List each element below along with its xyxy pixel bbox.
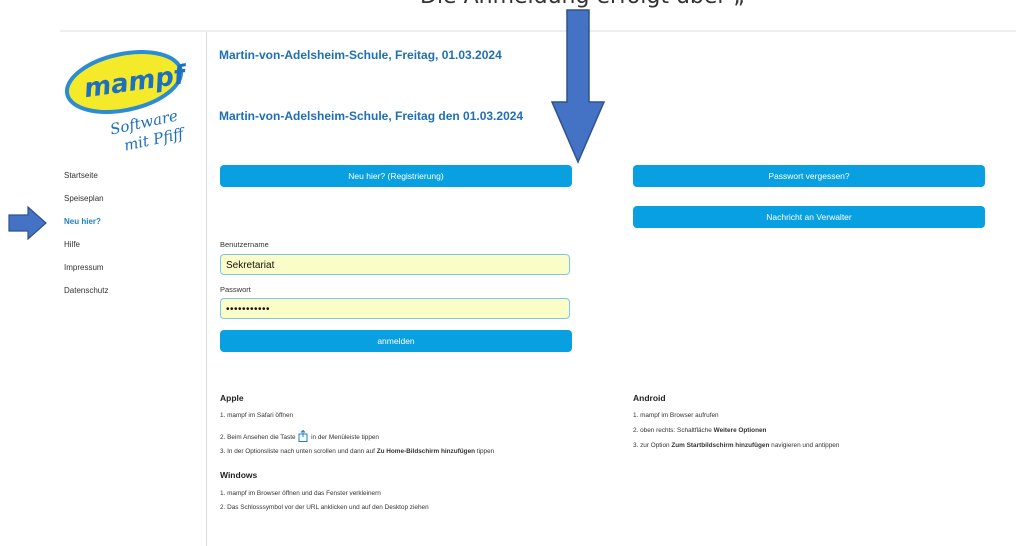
sidebar-item-hilfe[interactable]: Hilfe [64,239,108,262]
android-step-2-bold: Weitere Optionen [713,427,767,434]
windows-step-1: 1. mampf im Browser öffnen und das Fenst… [220,490,381,497]
apple-step-3: 3. In der Optionsliste nach unten scroll… [220,448,494,455]
apple-step-2: 2. Beim Ansehen die Taste in der Menülei… [220,430,379,442]
password-label: Passwort [220,285,251,294]
android-step-2: 2. oben rechts: Schaltfläche Weitere Opt… [633,427,766,434]
sidebar-item-speiseplan[interactable]: Speiseplan [64,193,108,216]
windows-step-2: 2. Das Schlosssymbol vor der URL anklick… [220,504,429,511]
username-field[interactable]: Sekretariat [220,254,570,275]
cropped-instruction-text: Die Anmeldung erfolgt über „ [420,0,1016,14]
login-button[interactable]: anmelden [220,330,572,352]
apple-step-2-post: in der Menüleiste tippen [311,434,379,441]
sidebar-item-impressum[interactable]: Impressum [64,262,108,285]
forgot-password-button[interactable]: Passwort vergessen? [633,165,985,187]
sidebar-item-datenschutz[interactable]: Datenschutz [64,285,108,308]
android-step-1: 1. mampf im Browser aufrufen [633,412,719,419]
android-step-3-bold: Zum Startbildschirm hinzufügen [671,442,770,449]
apple-step-1: 1. mampf im Safari öffnen [220,412,294,419]
apple-heading: Apple [220,393,244,403]
right-arrow-icon [8,206,47,240]
android-step-3: 3. zur Option Zum Startbildschirm hinzuf… [633,442,839,449]
down-arrow-icon [550,9,606,164]
register-button[interactable]: Neu hier? (Registrierung) [220,165,572,187]
apple-step-3-bold: Zu Home-Bildschirm hinzufügen [376,448,476,455]
message-admin-button[interactable]: Nachricht an Verwalter [633,206,985,228]
sidebar-item-startseite[interactable]: Startseite [64,170,108,193]
page-title: Martin-von-Adelsheim-Schule, Freitag, 01… [219,48,502,62]
page-subtitle: Martin-von-Adelsheim-Schule, Freitag den… [219,109,524,123]
mampf-logo: mampf Software mit Pfiff [64,50,191,155]
sidebar-nav: Startseite Speiseplan Neu hier? Hilfe Im… [64,170,108,308]
username-label: Benutzername [220,240,269,249]
share-icon [298,430,308,442]
android-heading: Android [633,393,666,403]
sidebar-item-neu-hier[interactable]: Neu hier? [64,216,108,239]
windows-heading: Windows [220,470,258,480]
android-step-3-post: navigieren und antippen [769,442,840,449]
android-step-3-pre: 3. zur Option [633,442,672,449]
password-field[interactable]: ••••••••••• [220,298,570,319]
apple-step-2-pre: 2. Beim Ansehen die Taste [220,434,296,441]
android-step-2-pre: 2. oben rechts: Schaltfläche [633,427,714,434]
apple-step-3-post: tippen [475,448,495,455]
apple-step-3-pre: 3. In der Optionsliste nach unten scroll… [220,448,377,455]
